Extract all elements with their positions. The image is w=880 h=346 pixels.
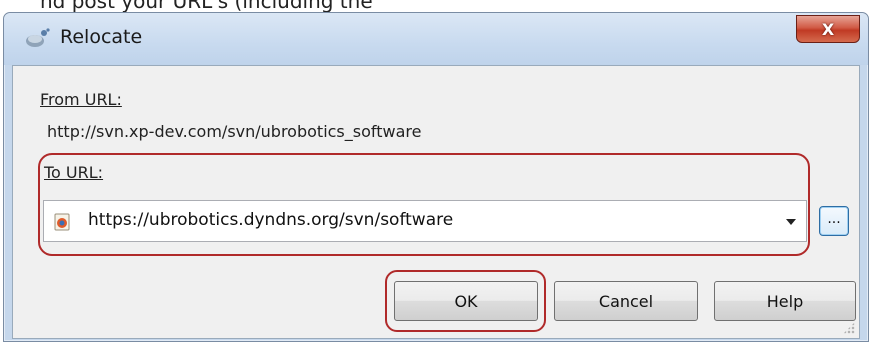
ok-button[interactable]: OK: [394, 281, 538, 321]
to-url-label-text: To URL:: [44, 163, 104, 182]
chevron-down-icon[interactable]: [786, 219, 796, 225]
close-icon: X: [821, 19, 835, 39]
from-url-value: http://svn.xp-dev.com/svn/ubrobotics_sof…: [47, 122, 422, 141]
relocate-app-icon: [24, 27, 52, 49]
to-url-combobox[interactable]: https://ubrobotics.dyndns.org/svn/softwa…: [43, 200, 807, 242]
dialog-title: Relocate: [60, 26, 143, 48]
to-url-input[interactable]: https://ubrobotics.dyndns.org/svn/softwa…: [88, 210, 453, 230]
browse-button[interactable]: ...: [819, 206, 849, 236]
cancel-button[interactable]: Cancel: [554, 281, 698, 321]
from-url-label: From URL:: [40, 90, 122, 109]
dialog-body: From URL: http://svn.xp-dev.com/svn/ubro…: [12, 65, 860, 339]
help-button[interactable]: Help: [714, 281, 856, 321]
close-button[interactable]: X: [796, 15, 860, 43]
resize-grip[interactable]: [843, 322, 855, 334]
repository-url-icon: [54, 213, 72, 231]
relocate-dialog: Relocate X From URL: http://svn.xp-dev.c…: [3, 12, 869, 342]
title-bar[interactable]: Relocate X: [4, 13, 868, 65]
to-url-label: To URL:: [44, 163, 103, 182]
from-url-label-text: From URL:: [40, 90, 122, 109]
